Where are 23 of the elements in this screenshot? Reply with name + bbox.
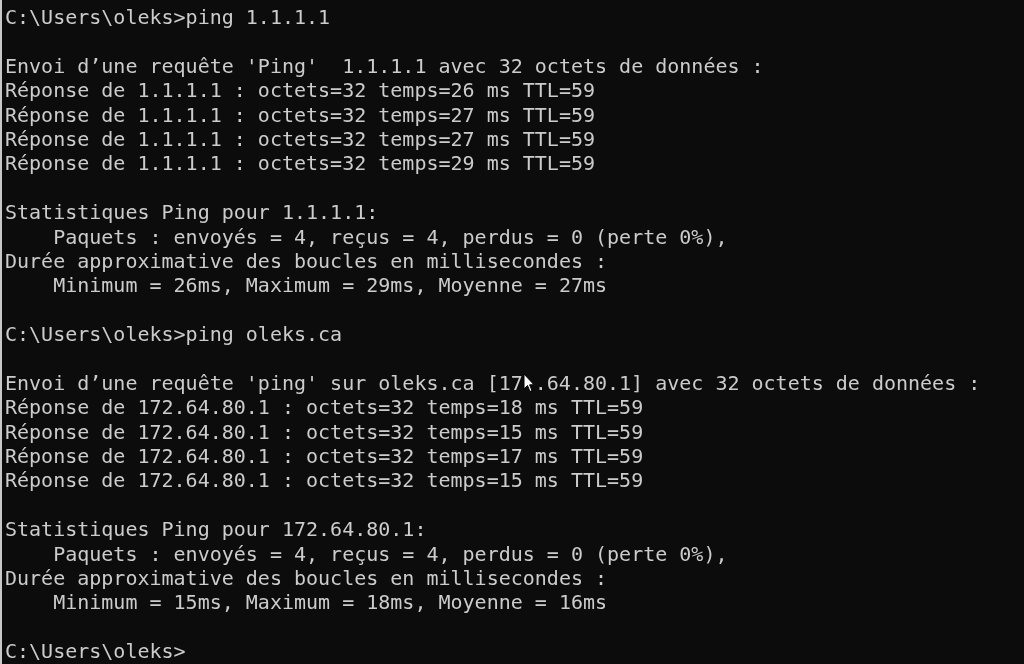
- terminal-line: Envoi d’une requête 'Ping' 1.1.1.1 avec 32 octets de données :: [5, 53, 764, 79]
- terminal-line: Envoi d’une requête 'ping' sur oleks.ca [17: [5, 370, 523, 396]
- terminal-line: C:\Users\oleks>ping 1.1.1.1: [5, 5, 331, 30]
- terminal-line: Durée approximative des boucles en millisecondes :: [5, 248, 608, 274]
- terminal-line: .64.80.1] avec 32 octets de données :: [534, 370, 981, 396]
- terminal-line: Réponse de 1.1.1.1 : octets=32 temps=27 ms TTL=59: [5, 102, 595, 127]
- terminal-line: Statistiques Ping pour 1.1.1.1:: [5, 200, 379, 225]
- terminal-line: Réponse de 172.64.80.1 : octets=32 temps=15 ms TTL=59: [5, 419, 644, 445]
- terminal-line: Réponse de 172.64.80.1 : octets=32 temps=17 ms TTL=59: [5, 444, 644, 469]
- terminal-line: Réponse de 1.1.1.1 : octets=32 temps=29 ms TTL=59: [5, 151, 595, 176]
- terminal-line: Réponse de 172.64.80.1 : octets=32 temps=18 ms TTL=59: [5, 395, 644, 420]
- terminal-line: C:\Users\oleks>ping oleks.ca: [5, 322, 343, 347]
- terminal-line: C:\Users\oleks>: [5, 639, 186, 664]
- terminal-line: Réponse de 1.1.1.1 : octets=32 temps=27 ms TTL=59: [5, 126, 595, 152]
- terminal-line: Réponse de 172.64.80.1 : octets=32 temps=15 ms TTL=59: [5, 468, 644, 493]
- terminal-line: Réponse de 1.1.1.1 : octets=32 temps=26 ms TTL=59: [5, 78, 595, 103]
- terminal-line: Paquets : envoyés = 4, reçus = 4, perdus = 0 (perte 0%),: [52, 541, 728, 566]
- terminal-line: Durée approximative des boucles en millisecondes :: [5, 566, 608, 591]
- terminal-line: Minimum = 15ms, Maximum = 18ms, Moyenne = 16ms: [52, 590, 608, 615]
- mouse-pointer-icon: [522, 372, 535, 395]
- terminal-line: Statistiques Ping pour 172.64.80.1:: [5, 517, 427, 542]
- terminal-line: Paquets : envoyés = 4, reçus = 4, perdus = 0 (perte 0%),: [52, 224, 728, 249]
- terminal-line: Minimum = 26ms, Maximum = 29ms, Moyenne = 27ms: [52, 273, 608, 298]
